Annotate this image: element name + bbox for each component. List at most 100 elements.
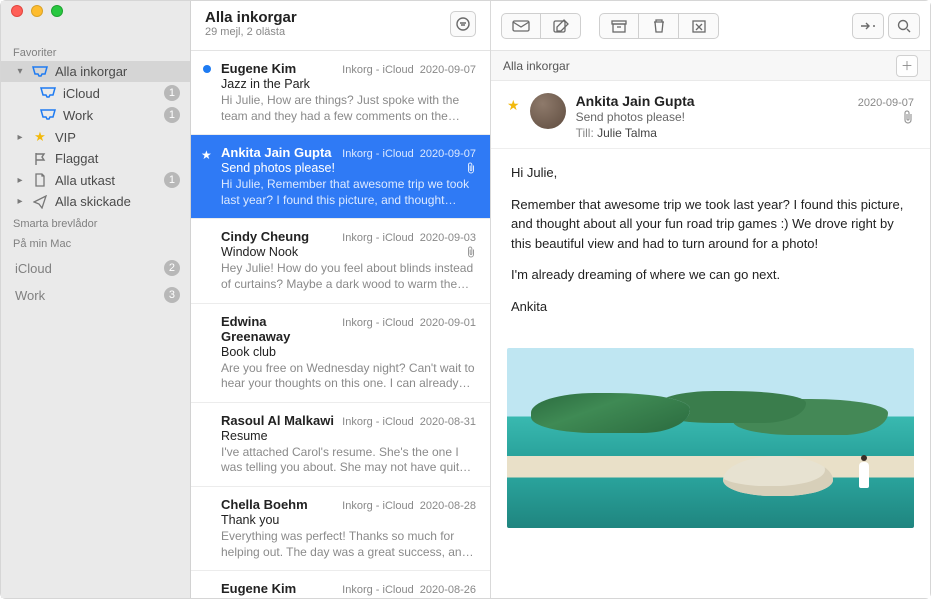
inbox-icon [31,66,49,78]
mail-to-label: Till: [576,126,594,140]
reply-button[interactable] [501,13,541,39]
message-subject: Running article [221,597,304,598]
message-date: 2020-09-07 [420,64,476,76]
sidebar-item-all-inboxes[interactable]: ▾ Alla inkorgar [1,61,190,82]
sidebar-item-sent[interactable]: ▸ Alla skickade [1,191,190,212]
archive-button[interactable] [599,13,639,39]
message-date: 2020-09-01 [420,317,476,329]
attachment-icon [466,162,476,174]
chevron-right-icon[interactable]: ▸ [15,132,25,143]
message-mailbox: Inkorg - iCloud [342,416,414,428]
message-mailbox: Inkorg - iCloud [342,64,414,76]
message-preview: I've attached Carol's resume. She's the … [221,445,476,476]
message-row[interactable]: Eugene Kim Inkorg - iCloud 2020-09-07 Jazz … [191,51,490,135]
sidebar-item-label: Alla utkast [55,173,158,188]
chevron-right-icon[interactable]: ▸ [15,175,25,186]
message-mailbox: Inkorg - iCloud [342,148,414,160]
message-preview: Hi Julie, Remember that awesome trip we … [221,177,476,208]
thread-mailbox-label: Alla inkorgar [503,59,570,73]
inbox-icon [39,109,57,121]
paperplane-icon [31,195,49,209]
sidebar-item-flagged[interactable]: Flaggat [1,148,190,169]
compose-button[interactable] [541,13,581,39]
mail-subject: Send photos please! [576,110,685,124]
message-subject: Send photos please! [221,161,335,175]
message-sender: Ankita Jain Gupta [221,145,332,160]
mail-date: 2020-09-07 [858,97,914,109]
zoom-window-button[interactable] [51,5,63,17]
message-preview: Are you free on Wednesday night? Can't w… [221,361,476,392]
message-sender: Eugene Kim [221,581,296,596]
add-related-button[interactable]: ＋ [896,55,918,77]
delete-button[interactable] [639,13,679,39]
sidebar-item-label: Work [63,108,158,123]
sidebar-account-icloud[interactable]: iCloud 2 [1,252,190,279]
sidebar-account-work[interactable]: Work 3 [1,279,190,306]
message-row[interactable]: Rasoul Al Malkawi Inkorg - iCloud 2020-08-… [191,403,490,487]
inbox-icon [39,87,57,99]
sidebar-item-label: Flaggat [55,151,180,166]
message-sender: Edwina Greenaway [221,314,336,344]
message-preview: Hey Julie! How do you feel about blinds … [221,261,476,292]
sidebar: Favoriter ▾ Alla inkorgar iCloud 1 Work … [1,1,191,598]
mail-header: ★ Ankita Jain Gupta 2020-09-07 Send phot… [491,81,930,149]
mail-body-line: Hi Julie, [511,163,910,183]
mail-attachment-image[interactable] [507,348,914,528]
reader-pane: Alla inkorgar ＋ ★ Ankita Jain Gupta 2020… [491,1,930,598]
close-window-button[interactable] [11,5,23,17]
thread-path-bar: Alla inkorgar ＋ [491,51,930,81]
chevron-right-icon[interactable]: ▸ [15,196,25,207]
message-row[interactable]: Eugene KimInkorg - iCloud2020-08-26Runni… [191,571,490,598]
toolbar [491,1,930,51]
message-mailbox: Inkorg - iCloud [342,232,414,244]
attachment-icon[interactable] [902,110,914,124]
sidebar-item-icloud[interactable]: iCloud 1 [1,82,190,104]
photo-rock [723,456,833,496]
count-badge: 1 [164,172,180,188]
message-sender: Eugene Kim [221,61,296,76]
sidebar-section-smart: Smarta brevlådor [1,212,190,232]
sidebar-item-label: iCloud [63,86,158,101]
sidebar-item-label: Alla inkorgar [55,64,180,79]
mailbox-subtitle: 29 mejl, 2 olästa [205,26,297,38]
mail-sender[interactable]: Ankita Jain Gupta [576,93,695,109]
sidebar-item-label: iCloud [15,261,158,276]
sender-avatar[interactable] [530,93,566,129]
mail-body-line: Remember that awesome trip we took last … [511,195,910,254]
more-button[interactable] [852,13,884,39]
message-subject: Resume [221,429,268,443]
sidebar-item-vip[interactable]: ▸ ★ VIP [1,126,190,148]
message-row[interactable]: ★Ankita Jain GuptaInkorg - iCloud2020-09… [191,135,490,219]
unread-badge: 1 [164,107,180,123]
message-row[interactable]: Cindy CheungInkorg - iCloud2020-09-03Win… [191,219,490,303]
message-row[interactable]: Edwina GreenawayInkorg - iCloud2020-09-0… [191,304,490,403]
mail-body-line: I'm already dreaming of where we can go … [511,265,910,285]
message-preview: Hi Julie, How are things? Just spoke wit… [221,93,476,124]
mail-to-name[interactable]: Julie Talma [597,126,657,140]
sidebar-item-work[interactable]: Work 1 [1,104,190,126]
sidebar-item-label: Alla skickade [55,194,180,209]
message-preview: Everything was perfect! Thanks so much f… [221,529,476,560]
sidebar-section-onmac: På min Mac [1,232,190,252]
message-subject: Window Nook [221,245,298,259]
filter-button[interactable] [450,11,476,37]
message-row[interactable]: Chella BoehmInkorg - iCloud2020-08-28Tha… [191,487,490,571]
junk-button[interactable] [679,13,719,39]
message-subject: Jazz in the Park [221,77,310,91]
message-mailbox: Inkorg - iCloud [342,500,414,512]
message-date: 2020-08-31 [420,416,476,428]
photo-person [859,462,869,488]
message-list[interactable]: Eugene Kim Inkorg - iCloud 2020-09-07 Jazz … [191,51,490,598]
minimize-window-button[interactable] [31,5,43,17]
document-icon [31,173,49,187]
chevron-down-icon[interactable]: ▾ [15,66,25,77]
unread-dot-icon [203,65,211,73]
message-date: 2020-09-03 [420,232,476,244]
star-icon[interactable]: ★ [507,97,520,140]
message-sender: Rasoul Al Malkawi [221,413,334,428]
sidebar-item-drafts[interactable]: ▸ Alla utkast 1 [1,169,190,191]
search-button[interactable] [888,13,920,39]
message-list-pane: Alla inkorgar 29 mejl, 2 olästa Eugene K… [191,1,491,598]
message-subject: Book club [221,345,276,359]
sidebar-item-label: Work [15,288,158,303]
